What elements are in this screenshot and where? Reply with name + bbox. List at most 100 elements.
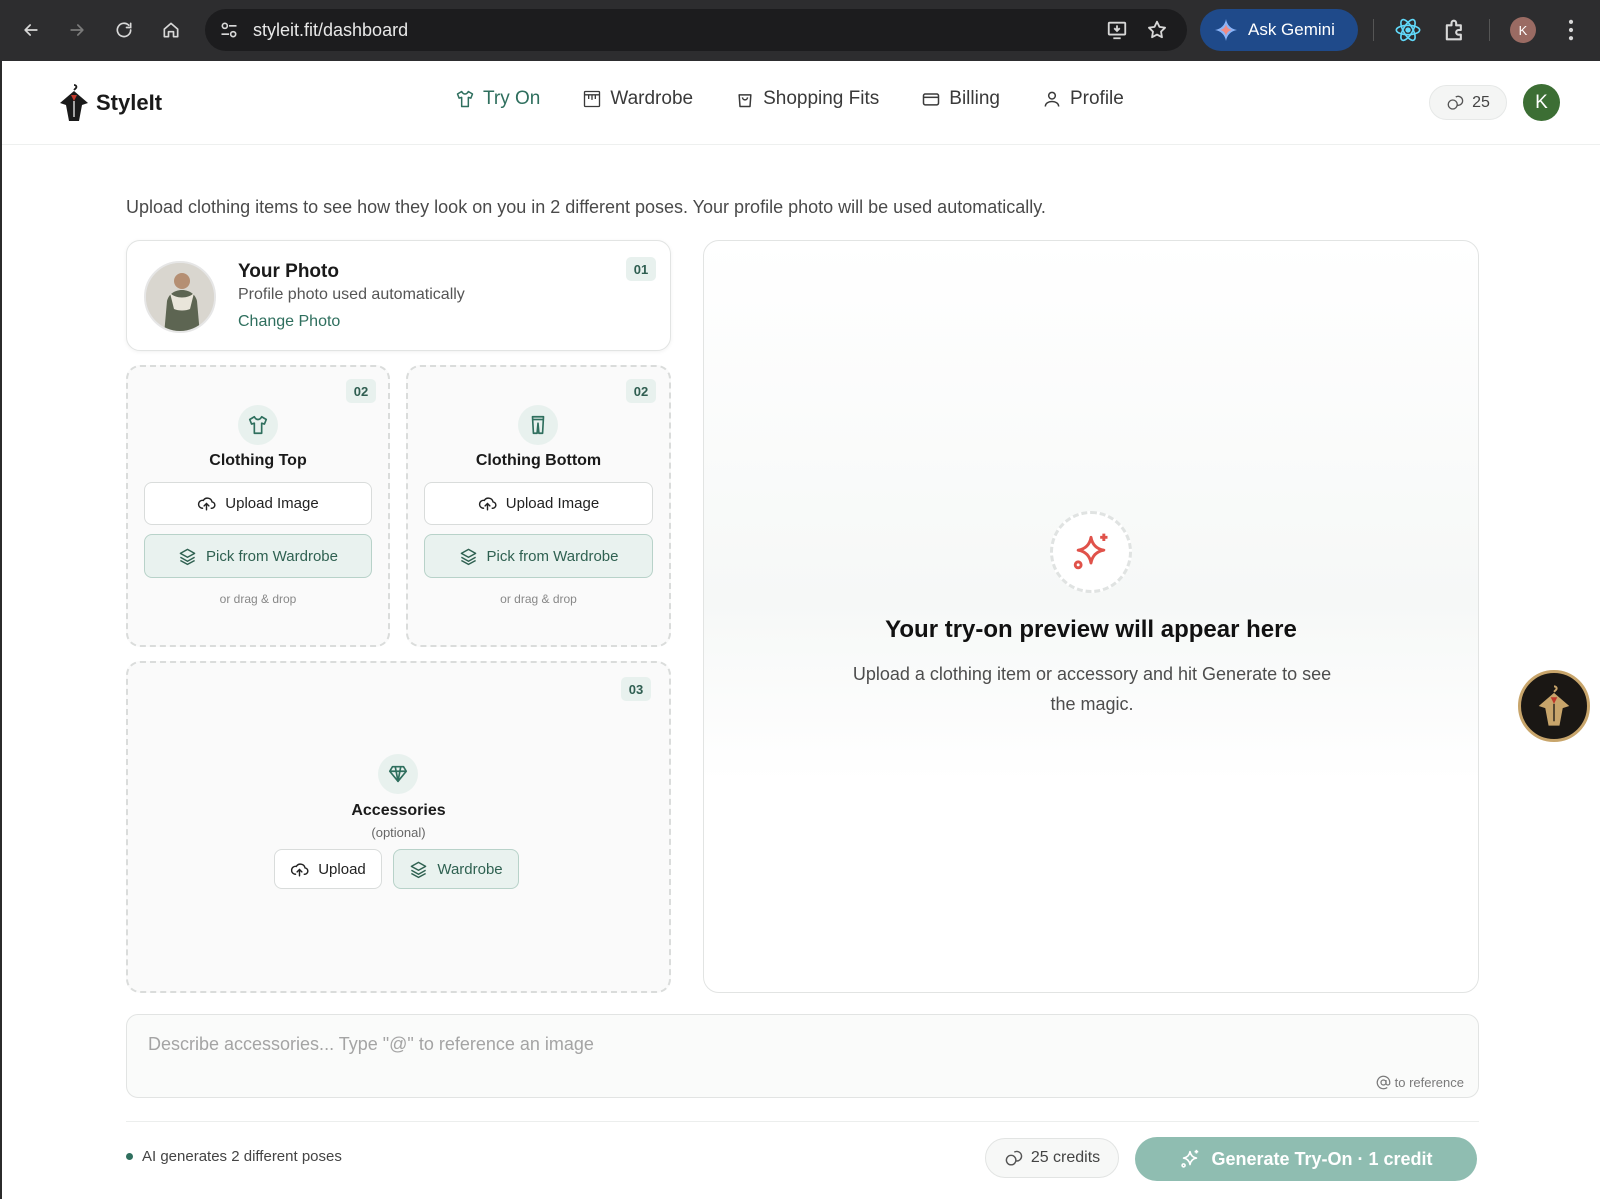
photo-card-title: Your Photo	[238, 261, 339, 282]
prompt-placeholder: Describe accessories... Type "@" to refe…	[148, 1034, 594, 1054]
sparkle-icon-badge	[1050, 511, 1132, 593]
diamond-icon	[388, 765, 408, 783]
home-button[interactable]	[155, 14, 187, 46]
arrow-left-icon	[24, 24, 38, 36]
upload-label: Upload	[318, 860, 366, 878]
layers-icon	[179, 548, 196, 565]
accessory-wardrobe-button[interactable]: Wardrobe	[393, 849, 519, 889]
address-bar[interactable]: styleit.fit/dashboard	[205, 9, 1187, 51]
react-devtools-icon[interactable]	[1394, 16, 1422, 44]
sparkles-icon	[1073, 533, 1108, 570]
preview-subtitle: Upload a clothing item or accessory and …	[852, 664, 1332, 714]
pants-icon-badge	[518, 405, 558, 445]
change-photo-link[interactable]: Change Photo	[238, 313, 340, 331]
pick-bottom-from-wardrobe-button[interactable]: Pick from Wardrobe	[424, 534, 653, 578]
your-photo-card: Your Photo Profile photo used automatica…	[126, 240, 671, 351]
pants-icon	[531, 415, 545, 435]
upload-label: Upload Image	[505, 495, 600, 512]
layers-icon	[411, 861, 427, 878]
back-button[interactable]	[15, 14, 47, 46]
upload-label: Upload Image	[225, 495, 319, 512]
clothing-top-title: Clothing Top	[209, 452, 307, 469]
shopping-bag-icon	[738, 94, 752, 108]
page-intro: Upload clothing items to see how they lo…	[126, 197, 1046, 217]
page: StyleIt Try On Wardrobe Shopping Fits Bi…	[2, 61, 1600, 1199]
step-badge: 02	[346, 379, 376, 403]
photo-card-subtitle: Profile photo used automatically	[238, 286, 465, 303]
poses-note: AI generates 2 different poses	[126, 1148, 342, 1165]
clothing-bottom-dropzone[interactable]: 02 Clothing Bottom Upload Image Pick fro…	[406, 365, 671, 647]
pick-top-from-wardrobe-button[interactable]: Pick from Wardrobe	[144, 534, 372, 578]
reload-icon	[116, 22, 132, 38]
drag-drop-hint: or drag & drop	[219, 592, 297, 606]
profile-photo	[144, 261, 216, 333]
nav-try-on[interactable]: Try On	[455, 88, 540, 110]
upload-accessory-button[interactable]: Upload	[274, 849, 382, 889]
app-header: StyleIt Try On Wardrobe Shopping Fits Bi…	[2, 61, 1600, 145]
brand-name: StyleIt	[96, 90, 163, 115]
nav-shopping-fits[interactable]: Shopping Fits	[735, 88, 879, 110]
reference-hint: to reference	[1376, 1075, 1464, 1090]
preview-title: Your try-on preview will appear here	[885, 616, 1297, 643]
at-sign-icon	[1376, 1075, 1390, 1090]
arrow-right-icon	[70, 24, 84, 36]
cloud-upload-icon	[291, 862, 309, 877]
accessories-prompt-input[interactable]: Describe accessories... Type "@" to refe…	[126, 1014, 1479, 1098]
accessories-title: Accessories	[351, 802, 446, 819]
cloud-upload-icon	[198, 497, 216, 511]
wardrobe-label: Wardrobe	[437, 860, 503, 878]
gemini-label: Ask Gemini	[1248, 20, 1335, 39]
cloud-upload-icon	[478, 497, 497, 511]
forward-button[interactable]	[61, 14, 93, 46]
styleit-logo-icon	[60, 84, 88, 121]
upload-bottom-button[interactable]: Upload Image	[424, 482, 653, 525]
main-nav: Try On Wardrobe Shopping Fits Billing Pr…	[455, 88, 1166, 110]
browser-profile-avatar[interactable]: K	[1510, 17, 1536, 43]
extensions-puzzle-icon[interactable]	[1441, 16, 1469, 44]
shirt-icon-badge	[238, 405, 278, 445]
credits-balance[interactable]: 25 credits	[985, 1138, 1119, 1178]
person-photo-icon	[146, 263, 214, 331]
step-badge: 01	[626, 257, 656, 281]
gemini-icon	[1215, 19, 1237, 41]
nav-label: Wardrobe	[610, 88, 694, 109]
nav-label: Shopping Fits	[763, 88, 880, 109]
bookmark-star-icon[interactable]	[1146, 19, 1168, 41]
wardrobe-icon	[584, 90, 601, 108]
brand-logo[interactable]: StyleIt	[54, 81, 162, 125]
credits-badge[interactable]: 25	[1429, 85, 1507, 120]
nav-profile[interactable]: Profile	[1042, 88, 1124, 110]
step-badge: 02	[626, 379, 656, 403]
reference-hint-text: to reference	[1394, 1075, 1464, 1090]
user-avatar[interactable]: K	[1523, 84, 1560, 121]
coins-icon	[1005, 1150, 1023, 1166]
clothing-top-dropzone[interactable]: 02 Clothing Top Upload Image Pick from W…	[126, 365, 390, 647]
floating-assistant-button[interactable]	[1518, 670, 1590, 742]
drag-drop-hint: or drag & drop	[500, 592, 577, 606]
nav-billing[interactable]: Billing	[921, 88, 1000, 110]
generate-try-on-button[interactable]: Generate Try-On · 1 credit	[1135, 1137, 1477, 1181]
sparkles-icon	[1181, 1149, 1199, 1168]
footer-divider	[126, 1121, 1479, 1122]
layers-icon	[460, 548, 476, 565]
site-settings-icon[interactable]	[219, 20, 239, 40]
gem-icon-badge	[378, 754, 418, 794]
reload-button[interactable]	[108, 14, 140, 46]
more-vertical-icon[interactable]	[1557, 16, 1585, 44]
credit-card-icon	[923, 93, 940, 106]
url-text: styleit.fit/dashboard	[253, 20, 409, 40]
ask-gemini-button[interactable]: Ask Gemini	[1200, 9, 1358, 51]
clothing-bottom-title: Clothing Bottom	[475, 452, 602, 469]
nav-label: Profile	[1069, 88, 1124, 109]
browser-toolbar: styleit.fit/dashboard Ask Gemini K	[0, 0, 1600, 61]
nav-label: Billing	[949, 88, 1000, 109]
accessories-dropzone[interactable]: 03 Accessories (optional) Upload Wardrob…	[126, 661, 671, 993]
nav-label: Try On	[483, 88, 541, 109]
step-badge: 03	[621, 677, 651, 701]
generate-label: Generate Try-On · 1 credit	[1211, 1148, 1433, 1169]
install-app-icon[interactable]	[1106, 19, 1128, 41]
toolbar-separator	[1489, 19, 1490, 41]
upload-top-button[interactable]: Upload Image	[144, 482, 372, 525]
try-on-preview-panel: Your try-on preview will appear here Upl…	[703, 240, 1479, 993]
nav-wardrobe[interactable]: Wardrobe	[582, 88, 693, 110]
